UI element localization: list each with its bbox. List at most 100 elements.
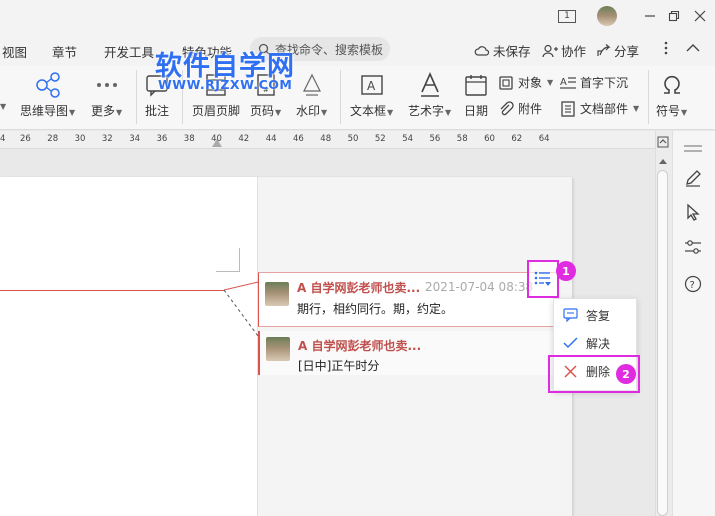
doc-parts-button[interactable]: 文档部件 ▼ [560,100,639,117]
ruler-tick-label: 64 [538,134,550,144]
dropcap-icon: A [560,77,576,89]
ruler-tick-label: 52 [374,134,386,144]
textbox-label: 文本框 [350,104,387,118]
date-label: 日期 [464,104,489,118]
resolve-label: 解决 [586,336,611,351]
share-button[interactable]: 分享 [596,41,639,60]
reply-label: 答复 [586,308,611,323]
restore-icon[interactable] [664,6,684,26]
ruler-tick-label: 36 [156,134,168,144]
unsaved-label: 未保存 [493,44,531,59]
menu-item-resolve[interactable]: 解决 [554,329,638,357]
ruler-tick-label: 26 [20,134,31,144]
menu-item-reply[interactable]: 答复 [554,301,638,329]
adjust-sliders-icon[interactable] [681,235,705,259]
textbox-icon: A [360,70,384,100]
more-dots-icon [96,70,118,100]
margin-corner-mark [216,248,240,272]
ruler-tick-label: 60 [484,134,495,144]
user-avatar[interactable] [596,6,618,26]
collaborate-button[interactable]: 协作 [542,41,586,60]
share-icon [597,43,611,56]
doc-parts-label: 文档部件 [580,102,629,116]
omega-icon [660,70,684,100]
delete-x-icon [554,364,586,378]
svg-text:A: A [560,77,567,88]
select-cursor-icon[interactable] [681,200,705,224]
comment-card[interactable]: A 自学网彭老师也卖... 2021-07-04 08:38 期行，相约同行。期… [258,272,558,327]
comment-date: 2021-07-04 08:38 [425,280,534,294]
ruler-tick-label: 38 [183,134,195,144]
tab-section[interactable]: 章节 [52,42,77,61]
dropdown-arrow-icon[interactable]: ▼ [0,102,6,111]
mindmap-button[interactable]: 思维导图▼ [20,70,75,119]
mindmap-icon [34,70,62,100]
scroll-top-icon[interactable] [657,136,669,148]
watermark-button[interactable]: 水印▼ [296,70,327,119]
minimize-icon[interactable] [640,6,660,26]
object-label: 对象 [518,76,543,90]
step-badge: 2 [616,364,636,384]
horizontal-ruler[interactable]: 4 26 28 30 32 34 36 38 40 42 44 46 48 50 52 54 56 58 60 62 6… [0,131,655,149]
scrollbar-thumb[interactable] [657,170,668,516]
page-indicator-label: 1 [558,9,576,23]
comment-card[interactable]: A 自学网彭老师也卖... [日中]正午时分 [258,331,558,375]
mindmap-label: 思维导图 [20,104,69,118]
panel-menu-icon[interactable] [682,143,704,153]
wordart-button[interactable]: 艺术字▼ [408,70,451,119]
doc-parts-icon [561,100,575,117]
ruler-tick-label: 48 [320,134,332,144]
ruler-tick-label: 56 [429,134,441,144]
wordart-label: 艺术字 [408,104,445,118]
ruler-tick-label: 54 [402,134,414,144]
calendar-icon [464,70,488,100]
svg-text:?: ? [690,280,695,291]
symbol-label: 符号 [656,104,681,118]
share-label: 分享 [614,44,640,59]
textbox-button[interactable]: A 文本框▼ [350,70,393,119]
person-add-icon [542,44,558,57]
ruler-tick-label: 62 [511,134,523,144]
cloud-icon [474,45,490,56]
dropcap-button[interactable]: A 首字下沉 [560,74,628,91]
comment-anchor-line [0,290,224,291]
pen-edit-icon[interactable] [681,166,705,190]
help-icon[interactable]: ? [681,272,705,296]
symbol-button[interactable]: 符号▼ [656,70,687,119]
comment-avatar [266,337,290,361]
ribbon-divider [340,70,341,124]
page-indicator[interactable]: 1 [556,6,578,26]
more-options-icon[interactable] [664,41,668,55]
unsaved-button[interactable]: 未保存 [474,41,531,60]
more-button[interactable]: 更多▼ [91,70,122,119]
title-bar: 1 [0,0,715,32]
scroll-up-icon[interactable] [657,154,669,164]
comment-options-button[interactable] [527,260,559,298]
tab-developer[interactable]: 开发工具 [104,42,154,61]
collapse-ribbon-icon[interactable] [686,43,700,53]
comment-avatar [265,282,289,306]
step-badge: 1 [556,261,576,281]
svg-text:A: A [367,79,376,93]
comment-text: [日中]正午时分 [298,359,380,373]
ruler-tick-label: 4 [0,134,6,144]
ruler-indent-marker[interactable] [212,139,222,147]
close-icon[interactable] [690,6,710,26]
list-menu-icon [534,271,551,286]
comment-text: 期行，相约同行。期，约定。 [297,302,454,316]
ruler-tick-label: 28 [47,134,59,144]
attachment-button[interactable]: 附件 [498,100,542,117]
ruler-tick-label: 46 [293,134,304,144]
comment-author: A 自学网彭老师也卖... [298,339,422,353]
collaborate-label: 协作 [561,44,587,59]
ruler-tick-label: 30 [74,134,86,144]
attachment-label: 附件 [518,102,543,116]
ruler-tick-label: 34 [129,134,141,144]
paperclip-icon [500,100,514,115]
watermark-icon [300,70,324,100]
ruler-tick-label: 58 [456,134,468,144]
tab-view[interactable]: 视图 [2,42,27,61]
watermark-label: 水印 [296,104,321,118]
date-button[interactable]: 日期 [464,70,488,119]
object-button[interactable]: 对象 ▼ [498,74,553,91]
